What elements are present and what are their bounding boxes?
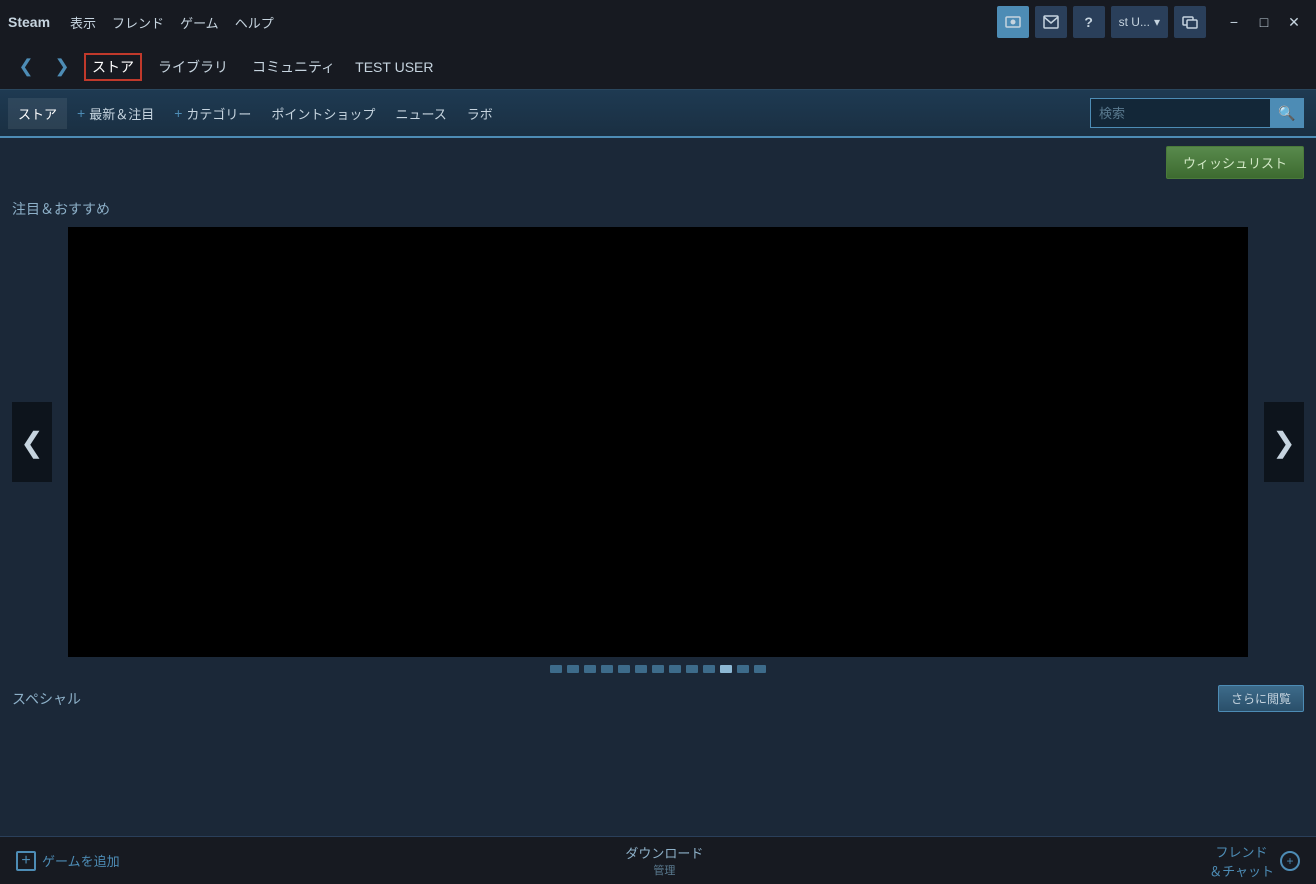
nav-tab-community[interactable]: コミュニティ: [244, 53, 343, 81]
wishlist-area: ウィッシュリスト: [0, 138, 1316, 187]
subnav: ストア + 最新＆注目 + カテゴリー ポイントショップ ニュース ラボ 🔍: [0, 90, 1316, 138]
help-icon: ?: [1084, 14, 1093, 30]
subnav-cat-label: カテゴリー: [186, 104, 251, 123]
subnav-new-plus: +: [77, 105, 85, 121]
menu-view[interactable]: 表示: [70, 13, 96, 32]
titlebar-left: Steam 表示 フレンド ゲーム ヘルプ: [8, 13, 997, 32]
maximize-button[interactable]: □: [1250, 8, 1278, 36]
subnav-store[interactable]: ストア: [8, 98, 67, 129]
subnav-cat-plus: +: [174, 105, 182, 121]
carousel-dot-10[interactable]: [720, 665, 732, 673]
minimize-button[interactable]: −: [1220, 8, 1248, 36]
download-label: ダウンロード: [625, 843, 703, 862]
user-label: st U...: [1119, 15, 1150, 29]
search-input[interactable]: [1090, 98, 1270, 128]
subnav-new-label: 最新＆注目: [89, 104, 154, 123]
navbar: ❮ ❯ ストア ライブラリ コミュニティ TEST USER: [0, 44, 1316, 90]
subnav-points-label: ポイントショップ: [271, 104, 375, 123]
screenshot-button[interactable]: [997, 6, 1029, 38]
carousel-dot-6[interactable]: [652, 665, 664, 673]
window-controls: − □ ✕: [1220, 8, 1308, 36]
menu-friends[interactable]: フレンド: [112, 13, 164, 32]
download-center[interactable]: ダウンロード 管理: [136, 843, 1194, 878]
carousel-dot-7[interactable]: [669, 665, 681, 673]
nav-username: TEST USER: [355, 59, 433, 75]
featured-label: 注目＆おすすめ: [12, 187, 1304, 227]
menu-game[interactable]: ゲーム: [180, 13, 219, 32]
carousel-dot-2[interactable]: [584, 665, 596, 673]
subnav-news-label: ニュース: [395, 104, 446, 123]
carousel-wrapper: ❮ ❯: [12, 227, 1304, 657]
carousel-dot-3[interactable]: [601, 665, 613, 673]
help-button[interactable]: ?: [1073, 6, 1105, 38]
carousel-dots: [12, 657, 1304, 681]
carousel-dot-1[interactable]: [567, 665, 579, 673]
add-game-label: ゲームを追加: [42, 851, 120, 870]
add-icon: +: [16, 851, 36, 871]
subnav-news[interactable]: ニュース: [385, 98, 456, 129]
subnav-search-area: 🔍: [1090, 98, 1304, 128]
user-menu-button[interactable]: st U... ▾: [1111, 6, 1168, 38]
close-button[interactable]: ✕: [1280, 8, 1308, 36]
subnav-labs-label: ラボ: [467, 104, 493, 123]
statusbar: + ゲームを追加 ダウンロード 管理 フレンド ＆チャット +: [0, 836, 1316, 884]
add-game-button[interactable]: + ゲームを追加: [0, 837, 136, 884]
screenshot-library-button[interactable]: [1174, 6, 1206, 38]
special-row: スペシャル さらに閲覧: [12, 681, 1304, 712]
titlebar-right: ? st U... ▾ − □ ✕: [997, 6, 1308, 38]
forward-button[interactable]: ❯: [48, 53, 76, 81]
carousel-dot-5[interactable]: [635, 665, 647, 673]
friends-chat-button[interactable]: フレンド ＆チャット +: [1193, 837, 1316, 884]
download-sub-label: 管理: [653, 862, 675, 878]
menu-help[interactable]: ヘルプ: [235, 13, 274, 32]
carousel-dot-8[interactable]: [686, 665, 698, 673]
dropdown-arrow-icon: ▾: [1154, 15, 1160, 29]
subnav-store-label: ストア: [18, 104, 57, 123]
friends-add-icon: +: [1280, 851, 1300, 871]
carousel-left-button[interactable]: ❮: [12, 402, 52, 482]
nav-tab-library[interactable]: ライブラリ: [150, 53, 236, 81]
nav-tab-store[interactable]: ストア: [84, 53, 142, 81]
carousel-dot-11[interactable]: [737, 665, 749, 673]
subnav-points[interactable]: ポイントショップ: [261, 98, 385, 129]
subnav-categories[interactable]: + カテゴリー: [164, 98, 261, 129]
special-label: スペシャル: [12, 689, 81, 709]
subnav-labs[interactable]: ラボ: [457, 98, 503, 129]
carousel-dot-12[interactable]: [754, 665, 766, 673]
friends-label: フレンド ＆チャット: [1209, 842, 1274, 880]
subnav-new[interactable]: + 最新＆注目: [67, 98, 164, 129]
carousel-dot-4[interactable]: [618, 665, 630, 673]
carousel-right-button[interactable]: ❯: [1264, 402, 1304, 482]
wishlist-button[interactable]: ウィッシュリスト: [1166, 146, 1304, 179]
more-button[interactable]: さらに閲覧: [1218, 685, 1304, 712]
carousel-dot-9[interactable]: [703, 665, 715, 673]
titlebar: Steam 表示 フレンド ゲーム ヘルプ ? st U... ▾: [0, 0, 1316, 44]
search-icon: 🔍: [1278, 105, 1295, 122]
main-content: 注目＆おすすめ ❮ ❯ スペシャル さらに閲覧: [0, 187, 1316, 712]
steam-logo: Steam: [8, 14, 50, 30]
carousel-image[interactable]: [68, 227, 1248, 657]
carousel-dot-0[interactable]: [550, 665, 562, 673]
mail-button[interactable]: [1035, 6, 1067, 38]
back-button[interactable]: ❮: [12, 53, 40, 81]
search-button[interactable]: 🔍: [1270, 98, 1304, 128]
